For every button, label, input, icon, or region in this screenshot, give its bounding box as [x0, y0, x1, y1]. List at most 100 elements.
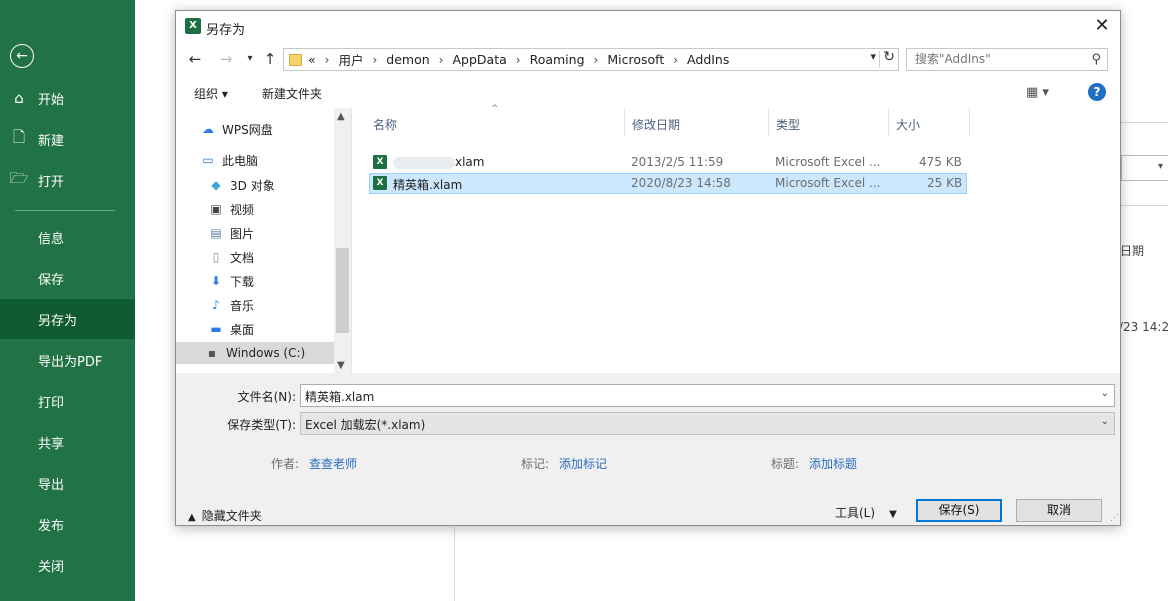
table-row[interactable]: X xlam 2013/2/5 11:59 Microsoft Excel ..… [369, 152, 967, 173]
download-icon: ⬇ [210, 274, 222, 288]
file-modified: 2013/2/5 11:59 [631, 155, 724, 169]
background-dropdown[interactable]: ▾ [1121, 155, 1168, 181]
backstage-item-home[interactable]: ⌂ 开始 [0, 78, 135, 118]
forward-icon[interactable]: → [216, 49, 236, 69]
organize-button[interactable]: 组织 ▾ [194, 85, 228, 102]
close-icon[interactable]: ✕ [1090, 15, 1114, 39]
back-icon[interactable]: ← [185, 49, 205, 69]
hide-folders-toggle[interactable]: ▲ 隐藏文件夹 [188, 507, 262, 524]
backstage-item-share[interactable]: 共享 [0, 422, 135, 462]
excel-file-icon: X [373, 155, 387, 169]
column-header-type[interactable]: 类型 [769, 108, 889, 136]
refresh-icon[interactable]: ↻ [883, 49, 895, 65]
search-input[interactable] [915, 52, 1083, 66]
address-bar[interactable]: « › 用户 › demon › AppData › Roaming › Mic… [283, 48, 899, 71]
filetype-select[interactable]: Excel 加载宏(*.xlam) ⌄ [300, 412, 1115, 435]
cancel-button[interactable]: 取消 [1016, 499, 1102, 522]
filename-field[interactable]: 精英箱.xlam ⌄ [300, 384, 1115, 407]
nav-item-3d-objects[interactable]: ◆ 3D 对象 [208, 174, 274, 196]
nav-item-documents[interactable]: ▯ 文档 [208, 246, 254, 268]
breadcrumb-item[interactable]: demon [386, 52, 429, 67]
breadcrumb-item[interactable]: Microsoft [607, 52, 664, 67]
3d-objects-icon: ◆ [211, 178, 221, 192]
dialog-toolbar: 组织 ▾ 新建文件夹 ▦ ▾ ? [176, 79, 1120, 107]
breadcrumb-item[interactable]: AppData [452, 52, 506, 67]
back-arrow-icon[interactable]: ← [10, 44, 34, 68]
chevron-right-icon[interactable]: › [673, 53, 678, 67]
table-row[interactable]: X 精英箱.xlam 2020/8/23 14:58 Microsoft Exc… [369, 173, 967, 194]
backstage-item-close[interactable]: 关闭 [0, 545, 135, 585]
nav-item-wps-cloud[interactable]: ☁ WPS网盘 [200, 118, 273, 140]
file-modified: 2020/8/23 14:58 [631, 176, 731, 190]
chevron-down-icon[interactable]: ▾ [870, 50, 876, 63]
column-header-size[interactable]: 大小 [889, 108, 970, 136]
nav-item-label: 文档 [230, 250, 255, 265]
backstage-item-new[interactable]: 🗋 新建 [0, 119, 135, 159]
file-name: 精英箱.xlam [393, 178, 463, 192]
search-icon[interactable]: ⚲ [1091, 52, 1101, 67]
chevron-down-icon[interactable]: ⌄ [1101, 416, 1109, 427]
backstage-item-save[interactable]: 保存 [0, 258, 135, 298]
author-value[interactable]: 查查老师 [309, 455, 357, 472]
new-folder-button[interactable]: 新建文件夹 [262, 85, 322, 102]
divider [1121, 122, 1168, 123]
nav-item-desktop[interactable]: ▬ 桌面 [208, 318, 254, 340]
column-headers: 名称 ^ 修改日期 类型 大小 [354, 104, 1120, 136]
computer-icon: ▭ [202, 153, 214, 167]
backstage-item-export-pdf[interactable]: 导出为PDF [0, 340, 135, 380]
video-icon: ▣ [210, 202, 222, 216]
file-type: Microsoft Excel ... [775, 155, 881, 169]
tools-button[interactable]: 工具(L) ▼ [835, 504, 897, 521]
view-options-icon[interactable]: ▦ ▾ [1026, 85, 1049, 100]
nav-item-videos[interactable]: ▣ 视频 [208, 198, 254, 220]
nav-pane-scrollbar[interactable]: ▲ ▼ [334, 108, 351, 373]
pictures-icon: ▤ [210, 226, 222, 240]
backstage-item-print[interactable]: 打印 [0, 381, 135, 421]
chevron-down-icon[interactable]: ⌄ [1101, 388, 1109, 399]
nav-item-windows-c[interactable]: ▪ Windows (C:) [176, 342, 334, 364]
breadcrumb-item[interactable]: 用户 [338, 50, 363, 69]
backstage-item-label: 打开 [38, 174, 65, 190]
backstage-item-label: 新建 [38, 133, 65, 149]
add-title-link[interactable]: 添加标题 [809, 455, 857, 472]
nav-item-label: 图片 [230, 226, 255, 241]
resize-grip-icon[interactable]: ⋰ [1110, 513, 1119, 523]
help-icon[interactable]: ? [1088, 83, 1106, 101]
recent-locations-icon[interactable]: ▾ [240, 49, 260, 69]
chevron-right-icon[interactable]: › [594, 53, 599, 67]
chevron-right-icon[interactable]: › [325, 53, 330, 67]
breadcrumb-overflow[interactable]: « [308, 52, 316, 67]
chevron-up-icon[interactable]: ▲ [337, 111, 345, 122]
nav-item-music[interactable]: ♪ 音乐 [208, 294, 254, 316]
add-tag-link[interactable]: 添加标记 [559, 455, 607, 472]
navigation-bar: ← → ▾ ↑ « › 用户 › demon › AppData › Roami… [176, 45, 1120, 75]
nav-item-downloads[interactable]: ⬇ 下载 [208, 270, 254, 292]
chevron-down-icon[interactable]: ▼ [337, 360, 345, 371]
redacted-name [393, 156, 455, 169]
backstage-item-export[interactable]: 导出 [0, 463, 135, 503]
save-button[interactable]: 保存(S) [916, 499, 1002, 522]
backstage-item-open[interactable]: 🗁 打开 [0, 160, 135, 200]
save-form: 文件名(N): 精英箱.xlam ⌄ 保存类型(T): Excel 加载宏(*.… [176, 373, 1120, 525]
home-icon: ⌂ [14, 89, 24, 107]
backstage-item-info[interactable]: 信息 [0, 217, 135, 257]
open-folder-icon: 🗁 [9, 168, 29, 187]
backstage-item-save-as[interactable]: 另存为 [0, 299, 135, 339]
nav-item-this-pc[interactable]: ▭ 此电脑 [200, 149, 258, 171]
breadcrumb-item[interactable]: AddIns [687, 52, 729, 67]
nav-item-label: 下载 [230, 274, 255, 289]
column-header-modified[interactable]: 修改日期 [625, 108, 769, 136]
hide-folders-label: 隐藏文件夹 [201, 509, 262, 523]
chevron-right-icon[interactable]: › [439, 53, 444, 67]
nav-item-pictures[interactable]: ▤ 图片 [208, 222, 254, 244]
breadcrumb-item[interactable]: Roaming [530, 52, 585, 67]
file-list: 名称 ^ 修改日期 类型 大小 X xlam 2013/2/5 11:59 Mi… [354, 104, 1120, 373]
divider [15, 210, 115, 211]
navigation-pane: ☁ WPS网盘 ▭ 此电脑 ◆ 3D 对象 ▣ 视频 ▤ 图片 ▯ 文档 ⬇ 下… [176, 108, 352, 373]
chevron-right-icon[interactable]: › [372, 53, 377, 67]
chevron-right-icon[interactable]: › [516, 53, 521, 67]
scrollbar-thumb[interactable] [336, 248, 349, 333]
backstage-item-publish[interactable]: 发布 [0, 504, 135, 544]
dialog-title-bar[interactable]: X 另存为 ✕ [176, 11, 1120, 43]
up-icon[interactable]: ↑ [260, 49, 280, 69]
